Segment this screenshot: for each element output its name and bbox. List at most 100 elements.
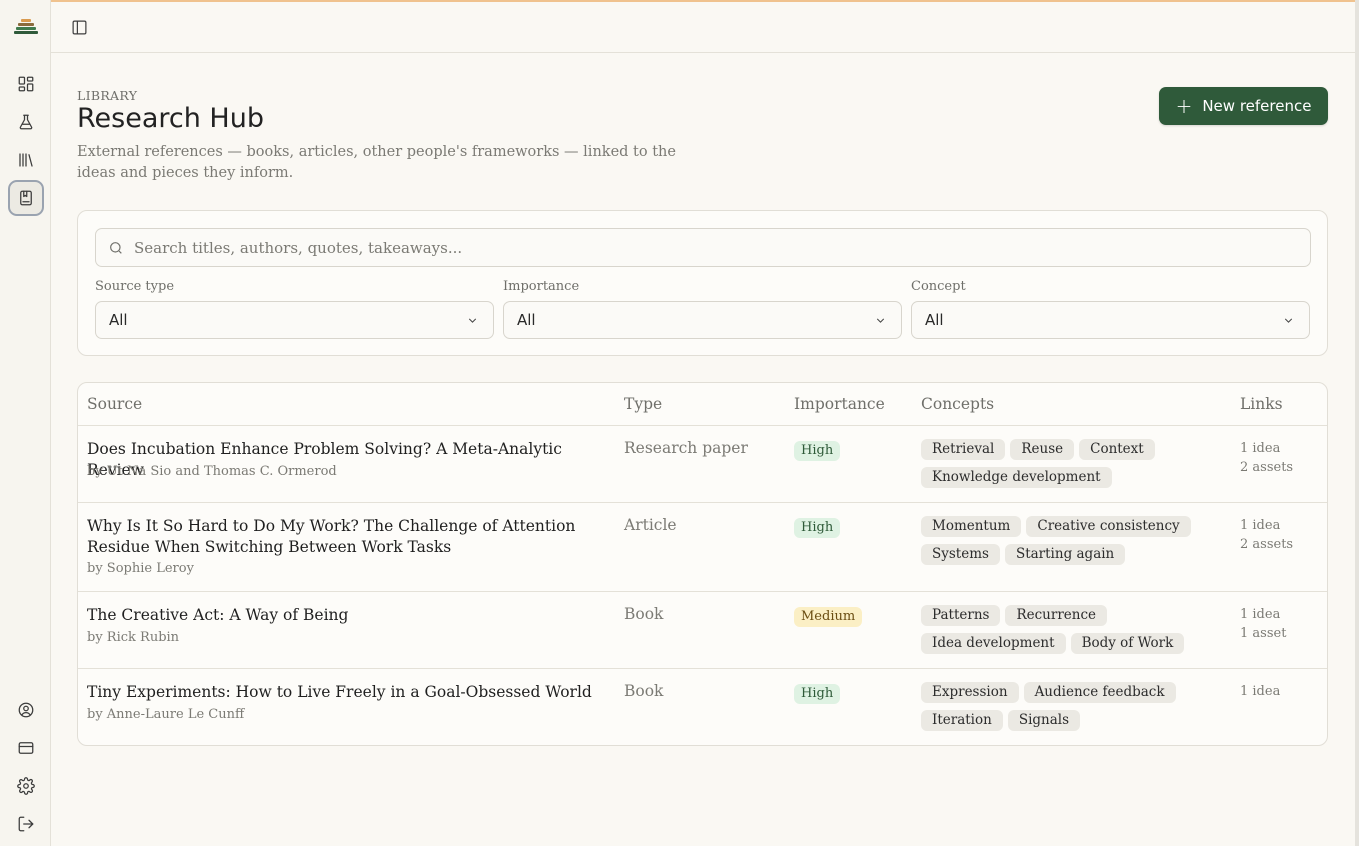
table-row[interactable]: Tiny Experiments: How to Live Freely in … [78,669,1327,745]
book-icon [20,190,32,206]
column-header-importance[interactable]: Importance [794,395,885,413]
reference-links: 1 idea 2 assets [1240,516,1293,554]
concept-tag[interactable]: Reuse [1010,439,1075,460]
importance-badge: Medium [794,607,863,627]
table-row[interactable]: Does Incubation Enhance Problem Solving?… [78,426,1327,503]
concept-tag[interactable]: Retrieval [921,439,1006,460]
importance-badge: High [794,684,841,704]
concept-tag[interactable]: Context [1079,439,1155,460]
importance-badge: High [794,441,841,461]
sidebar-item-settings[interactable] [8,768,44,804]
reference-links: 1 idea 1 asset [1240,605,1286,643]
chevron-down-icon [1284,318,1293,323]
page-eyebrow: LIBRARY [77,88,138,103]
search-icon [110,242,122,254]
reference-type: Research paper [624,439,748,457]
reference-author: by Sophie Leroy [87,561,194,576]
concept-tag[interactable]: Idea development [921,633,1066,654]
source-type-select[interactable]: All [95,301,494,339]
references-table: Source Type Importance Concepts Links Do… [77,382,1328,746]
page-subtitle: External references — books, articles, o… [77,144,676,181]
sidebar-item-account[interactable] [8,692,44,728]
concept-tag[interactable]: Iteration [921,710,1003,731]
importance-value: All [517,311,536,329]
concept-tags: Expression Audience feedback Iteration S… [921,682,1231,731]
credit-card-icon [18,742,34,754]
reference-type: Book [624,605,664,623]
source-type-label: Source type [95,279,175,294]
app-logo[interactable] [14,18,38,38]
link-count: 1 idea [1240,441,1281,456]
sidebar-item-billing[interactable] [8,730,44,766]
source-type-value: All [109,311,128,329]
concept-select[interactable]: All [911,301,1310,339]
scrollbar[interactable] [1355,0,1359,846]
concept-tag[interactable]: Expression [921,682,1019,703]
concept-label: Concept [911,279,966,294]
plus-icon: + [1175,94,1193,118]
importance-badge: High [794,518,841,538]
reference-author: by Ut Na Sio and Thomas C. Ormerod [87,464,337,479]
sidebar-item-lab[interactable] [8,104,44,140]
gear-icon [17,777,35,795]
concept-tag[interactable]: Audience feedback [1023,682,1176,703]
concept-tag[interactable]: Body of Work [1070,633,1185,654]
filter-panel: Search titles, authors, quotes, takeaway… [77,210,1328,356]
concept-tag[interactable]: Systems [921,544,1000,565]
concept-tags: Momentum Creative consistency Systems St… [921,516,1231,565]
sidebar-item-research-hub[interactable] [8,180,44,216]
sidebar-item-logout[interactable] [8,806,44,842]
link-count: 2 assets [1240,537,1294,552]
reference-author: by Rick Rubin [87,630,180,645]
logout-icon [18,816,34,832]
link-count: 1 idea [1240,607,1281,622]
concept-tag[interactable]: Starting again [1004,544,1126,565]
concept-tag[interactable]: Creative consistency [1026,516,1191,537]
library-icon [19,153,33,167]
link-count: 1 idea [1240,684,1281,699]
link-count: 1 idea [1240,518,1281,533]
reference-links: 1 idea [1240,682,1280,701]
link-count: 1 asset [1240,626,1287,641]
search-input[interactable]: Search titles, authors, quotes, takeaway… [95,228,1311,267]
reference-type: Article [624,516,677,534]
reference-title[interactable]: Why Is It So Hard to Do My Work? The Cha… [87,516,597,558]
concept-tag[interactable]: Recurrence [1005,605,1108,626]
search-placeholder: Search titles, authors, quotes, takeaway… [134,238,463,257]
reference-links: 1 idea 2 assets [1240,439,1293,477]
sidebar-item-dashboard[interactable] [8,66,44,102]
chevron-down-icon [468,318,477,323]
top-bar [51,2,1355,53]
importance-select[interactable]: All [503,301,902,339]
page-title: Research Hub [77,103,264,134]
chevron-down-icon [876,318,885,323]
concept-tag[interactable]: Patterns [921,605,1001,626]
reference-title[interactable]: Tiny Experiments: How to Live Freely in … [87,682,597,703]
table-row[interactable]: The Creative Act: A Way of Being by Rick… [78,592,1327,669]
concept-value: All [925,311,944,329]
link-count: 2 assets [1240,460,1294,475]
concept-tags: Patterns Recurrence Idea development Bod… [921,605,1231,654]
reference-title[interactable]: The Creative Act: A Way of Being [87,605,597,626]
sidebar-toggle-button[interactable] [67,16,91,38]
concept-tag[interactable]: Knowledge development [921,467,1112,488]
sidebar-toggle-icon [72,20,86,34]
reference-type: Book [624,682,664,700]
column-header-type[interactable]: Type [624,395,662,413]
concept-tags: Retrieval Reuse Context Knowledge develo… [921,439,1231,488]
reference-author: by Anne-Laure Le Cunff [87,707,245,722]
table-row[interactable]: Why Is It So Hard to Do My Work? The Cha… [78,503,1327,592]
sidebar-item-library[interactable] [8,142,44,178]
flask-icon [19,114,33,130]
column-header-concepts[interactable]: Concepts [921,395,994,413]
sidebar [0,0,51,846]
new-reference-label: New reference [1202,97,1312,115]
concept-tag[interactable]: Signals [1007,710,1081,731]
new-reference-button[interactable]: + New reference [1159,87,1328,125]
importance-label: Importance [503,279,580,294]
user-circle-icon [18,702,34,718]
concept-tag[interactable]: Momentum [921,516,1022,537]
column-header-links[interactable]: Links [1240,395,1283,413]
column-header-source[interactable]: Source [87,395,142,413]
dashboard-icon [18,76,34,92]
